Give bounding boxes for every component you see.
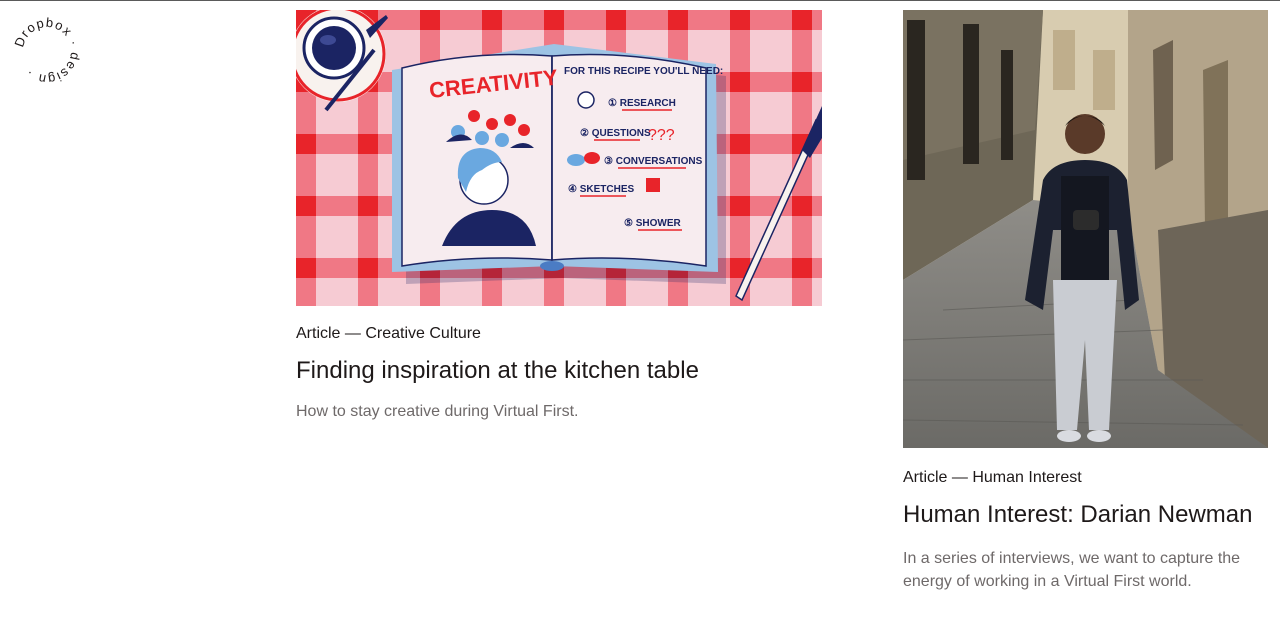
dropbox-design-logo[interactable]: Dropbox · design ·: [2, 6, 92, 96]
top-divider: [0, 0, 1280, 1]
recipe-step-5: ⑤ SHOWER: [624, 218, 682, 229]
svg-text:Dropbox · design ·: Dropbox · design ·: [11, 15, 83, 87]
article-category: Article — Human Interest: [903, 469, 1082, 486]
article-category: Article — Creative Culture: [296, 325, 481, 342]
recipe-step-2: ② QUESTIONS: [580, 128, 651, 139]
article-card-human-interest[interactable]: Article — Human Interest Human Interest:…: [903, 10, 1268, 593]
recipe-step-3: ③ CONVERSATIONS: [604, 156, 703, 167]
article-description: How to stay creative during Virtual Firs…: [296, 403, 579, 420]
question-marks: ???: [648, 127, 675, 144]
darian-newman-photo[interactable]: [903, 10, 1268, 448]
article-description: In a series of interviews, we want to ca…: [903, 550, 1241, 590]
kitchen-table-illustration[interactable]: CREATIVITY FOR THIS RECIPE YOU'LL NEED: …: [296, 10, 822, 306]
recipe-title: FOR THIS RECIPE YOU'LL NEED:: [564, 66, 723, 77]
recipe-step-1: ① RESEARCH: [608, 98, 676, 109]
article-title-link[interactable]: Human Interest: Darian Newman: [903, 500, 1268, 530]
logo-text: Dropbox · design ·: [11, 15, 82, 87]
recipe-step-4: ④ SKETCHES: [568, 184, 635, 195]
article-card-creative-culture[interactable]: CREATIVITY FOR THIS RECIPE YOU'LL NEED: …: [296, 10, 822, 423]
article-title-link[interactable]: Finding inspiration at the kitchen table: [296, 356, 822, 386]
